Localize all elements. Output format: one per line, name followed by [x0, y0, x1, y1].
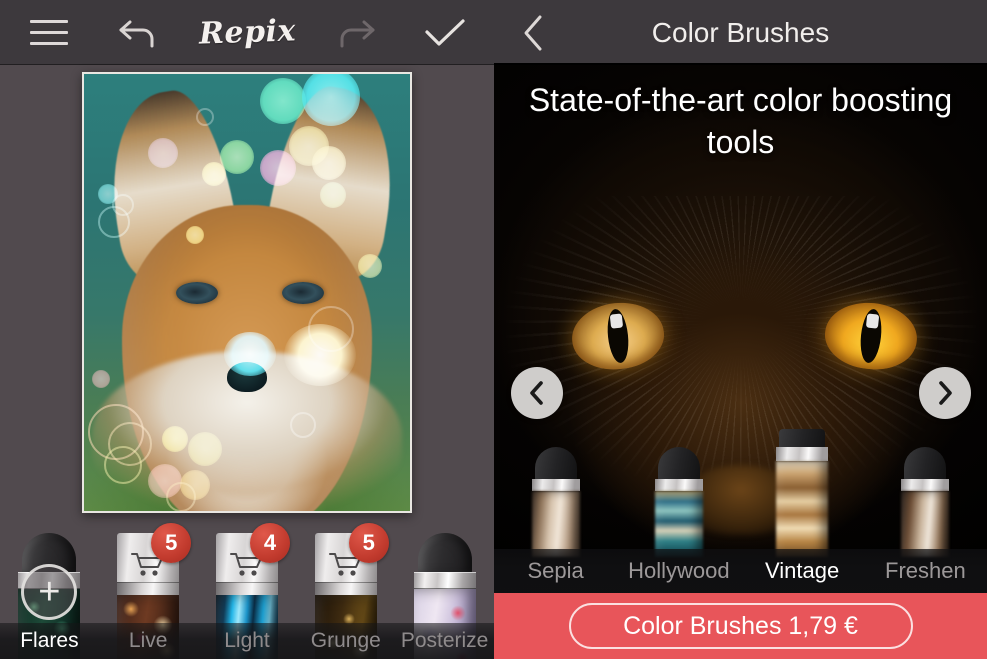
promo-label-vintage[interactable]: Vintage [741, 549, 864, 593]
redo-arrow-icon [340, 20, 375, 47]
next-button[interactable] [919, 367, 971, 419]
app-root: Repix + 5 4 5 Flares Live Light Grunge P… [0, 0, 987, 659]
store-header: Color Brushes [494, 0, 987, 65]
promo-brush-freshen [901, 447, 950, 557]
hamburger-menu-icon [30, 20, 68, 45]
brush-tray: + 5 4 5 Flares Live Light Grunge Posteri… [0, 520, 494, 659]
store-panel: Color Brushes State-of-the-art color boo… [494, 0, 987, 659]
promo-brush-sepia [531, 447, 580, 557]
fox-photo [84, 74, 410, 511]
brush-locked-head: 5 [117, 523, 192, 595]
brush-label-light[interactable]: Light [198, 623, 297, 659]
brush-label-posterize[interactable]: Posterize [395, 623, 494, 659]
add-brush-label: + [38, 571, 61, 614]
promo-label-sepia[interactable]: Sepia [494, 549, 617, 593]
redo-button[interactable] [327, 10, 385, 56]
add-brush-button[interactable]: + [21, 564, 78, 621]
brush-badge: 4 [249, 523, 290, 563]
promo-label-freshen[interactable]: Freshen [864, 549, 987, 593]
chevron-right-circle-icon [939, 381, 952, 405]
promo-label-bar: Sepia Hollywood Vintage Freshen [494, 549, 987, 593]
app-brand: Repix [198, 13, 296, 52]
confirm-button[interactable] [416, 10, 474, 56]
buy-button[interactable]: Color Brushes 1,79 € [568, 603, 913, 649]
brush-locked-head: 5 [314, 523, 389, 595]
promo-brush-list: Sepia Hollywood Vintage Freshen [494, 429, 987, 593]
bokeh-flare-overlay [84, 74, 410, 511]
promo-area: State-of-the-art color boosting tools Se… [494, 65, 987, 593]
promo-headline: State-of-the-art color boosting tools [528, 82, 953, 160]
undo-button[interactable] [109, 10, 167, 56]
editor-canvas[interactable] [0, 65, 494, 520]
brush-badge: 5 [151, 523, 192, 563]
menu-button[interactable] [20, 10, 78, 56]
back-button[interactable] [494, 0, 574, 65]
chevron-left-icon [524, 15, 542, 50]
editor-panel: Repix + 5 4 5 Flares Live Light Grunge P… [0, 0, 494, 659]
brush-cap [417, 533, 472, 575]
brush-label-live[interactable]: Live [99, 623, 198, 659]
editor-toolbar: Repix [0, 0, 494, 65]
checkmark-icon [425, 18, 465, 46]
fox-photo-frame[interactable] [82, 72, 412, 513]
brush-label-bar: Flares Live Light Grunge Posterize [0, 623, 494, 659]
undo-arrow-icon [119, 20, 154, 47]
brush-label-flares[interactable]: Flares [0, 623, 99, 659]
purchase-bar: Color Brushes 1,79 € [494, 593, 987, 659]
chevron-left-circle-icon [530, 381, 543, 405]
brush-badge: 5 [348, 523, 389, 563]
prev-button[interactable] [511, 367, 563, 419]
brush-locked-head: 4 [215, 523, 290, 595]
brush-ring [413, 572, 476, 589]
promo-brush-vintage [776, 429, 829, 557]
promo-brush-hollywood [654, 447, 703, 557]
brush-label-grunge[interactable]: Grunge [296, 623, 395, 659]
promo-label-hollywood[interactable]: Hollywood [617, 549, 740, 593]
